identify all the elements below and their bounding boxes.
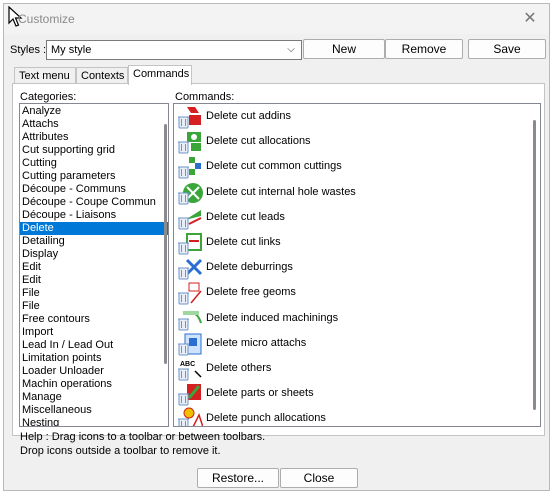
command-item[interactable]: Delete cut addins <box>174 104 540 129</box>
chevron-down-icon[interactable]: ⌵ <box>284 42 298 58</box>
window-title: Customize <box>18 12 75 26</box>
command-label: Delete induced machinings <box>206 311 339 324</box>
command-label: Delete micro attachs <box>206 336 307 349</box>
command-label: Delete parts or sheets <box>206 387 314 400</box>
delete-free-geoms-icon <box>177 281 203 305</box>
category-item[interactable]: Lead In / Lead Out <box>20 339 168 352</box>
delete-deburrings-icon <box>177 256 203 280</box>
tab-text-menu[interactable]: Text menu <box>14 67 76 84</box>
command-item[interactable]: Delete deburrings <box>174 255 540 280</box>
command-label: Delete cut leads <box>206 210 285 223</box>
category-item[interactable]: Découpe - Communs <box>20 183 168 196</box>
delete-punch-allocations-icon <box>177 407 204 426</box>
delete-others-icon: ABC <box>177 357 203 381</box>
tab-contexts[interactable]: Contexts <box>76 67 128 84</box>
category-item[interactable]: Delete <box>20 222 168 235</box>
category-item[interactable]: Import <box>20 326 168 339</box>
command-item[interactable]: Delete cut internal hole wastes <box>174 180 540 205</box>
help-line-1: Help : Drag icons to a toolbar or betwee… <box>20 431 266 443</box>
styles-select[interactable]: My style ⌵ <box>46 40 302 60</box>
categories-label: Categories: <box>20 91 77 103</box>
command-label: Delete cut allocations <box>206 135 311 148</box>
styles-label: Styles : <box>10 44 47 56</box>
delete-cut-allocations-icon <box>177 130 203 154</box>
command-item[interactable]: Delete punch allocations <box>174 406 540 426</box>
svg-text:ABC: ABC <box>180 361 195 368</box>
category-item[interactable]: Attachs <box>20 118 168 131</box>
category-item[interactable]: File <box>20 300 168 313</box>
command-item[interactable]: Delete free geoms <box>174 280 540 305</box>
command-item[interactable]: Delete parts or sheets <box>174 381 540 406</box>
delete-parts-icon <box>177 382 203 406</box>
delete-cut-leads-icon <box>177 206 203 230</box>
category-item[interactable]: Free contours <box>20 313 168 326</box>
help-line-2: Drop icons outside a toolbar to remove i… <box>20 445 221 457</box>
commands-scrollbar[interactable] <box>533 120 536 410</box>
customize-dialog: Customize ✕ Styles : My style ⌵ New Remo… <box>3 3 550 491</box>
category-item[interactable]: Analyze <box>20 105 168 118</box>
delete-cut-links-icon <box>177 231 203 255</box>
command-label: Delete cut internal hole wastes <box>206 185 356 198</box>
category-item[interactable]: Attributes <box>20 131 168 144</box>
command-item[interactable]: Delete induced machinings <box>174 306 540 331</box>
command-label: Delete cut links <box>206 235 281 248</box>
category-item[interactable]: Edit <box>20 261 168 274</box>
category-item[interactable]: Display <box>20 248 168 261</box>
command-label: Delete others <box>206 361 272 374</box>
category-item[interactable]: Découpe - Liaisons <box>20 209 168 222</box>
command-item[interactable]: Delete cut leads <box>174 205 540 230</box>
restore-button[interactable]: Restore... <box>197 468 279 488</box>
close-window-icon[interactable]: ✕ <box>517 8 543 30</box>
command-item[interactable]: Delete cut common cuttings <box>174 154 540 179</box>
save-button[interactable]: Save <box>468 39 546 59</box>
delete-micro-attachs-icon <box>177 332 203 356</box>
command-label: Delete cut common cuttings <box>206 160 342 173</box>
category-item[interactable]: Detailing <box>20 235 168 248</box>
command-label: Delete deburrings <box>206 261 293 274</box>
category-item[interactable]: Manage <box>20 391 168 404</box>
command-label: Delete free geoms <box>206 286 296 299</box>
categories-scrollbar[interactable] <box>164 124 167 364</box>
commands-label: Commands: <box>175 91 235 103</box>
title-bar: Customize ✕ <box>4 4 549 34</box>
close-button[interactable]: Close <box>280 468 358 488</box>
delete-common-cuttings-icon <box>177 155 203 179</box>
category-item[interactable]: Miscellaneous <box>20 404 168 417</box>
command-label: Delete punch allocations <box>206 412 326 425</box>
category-item[interactable]: Cut supporting grid <box>20 144 168 157</box>
new-button[interactable]: New <box>303 39 385 59</box>
category-item[interactable]: Cutting parameters <box>20 170 168 183</box>
category-item[interactable]: Découpe - Coupe Commun <box>20 196 168 209</box>
category-item[interactable]: Nesting <box>20 417 168 426</box>
delete-cut-addins-icon <box>177 105 203 129</box>
delete-induced-machinings-icon <box>177 307 203 331</box>
command-item[interactable]: Delete micro attachs <box>174 331 540 356</box>
commands-tab-panel: Categories: Commands: Analyze Attachs Attr… <box>12 83 545 436</box>
commands-list[interactable]: Delete cut addins Delete cut allocations D… <box>173 103 541 427</box>
category-item[interactable]: Cutting <box>20 157 168 170</box>
category-item[interactable]: File <box>20 287 168 300</box>
category-item[interactable]: Machin operations <box>20 378 168 391</box>
styles-select-value: My style <box>51 44 92 56</box>
category-item[interactable]: Edit <box>20 274 168 287</box>
categories-list[interactable]: Analyze Attachs Attributes Cut supporting g… <box>19 103 169 427</box>
command-item[interactable]: Delete cut links <box>174 230 540 255</box>
category-item[interactable]: Loader Unloader <box>20 365 168 378</box>
category-item[interactable]: Limitation points <box>20 352 168 365</box>
tab-commands[interactable]: Commands <box>128 65 192 85</box>
command-item[interactable]: Delete cut allocations <box>174 129 540 154</box>
command-item[interactable]: ABC Delete others <box>174 356 540 381</box>
remove-button[interactable]: Remove <box>385 39 463 59</box>
delete-hole-wastes-icon <box>177 181 203 205</box>
command-label: Delete cut addins <box>206 110 291 122</box>
